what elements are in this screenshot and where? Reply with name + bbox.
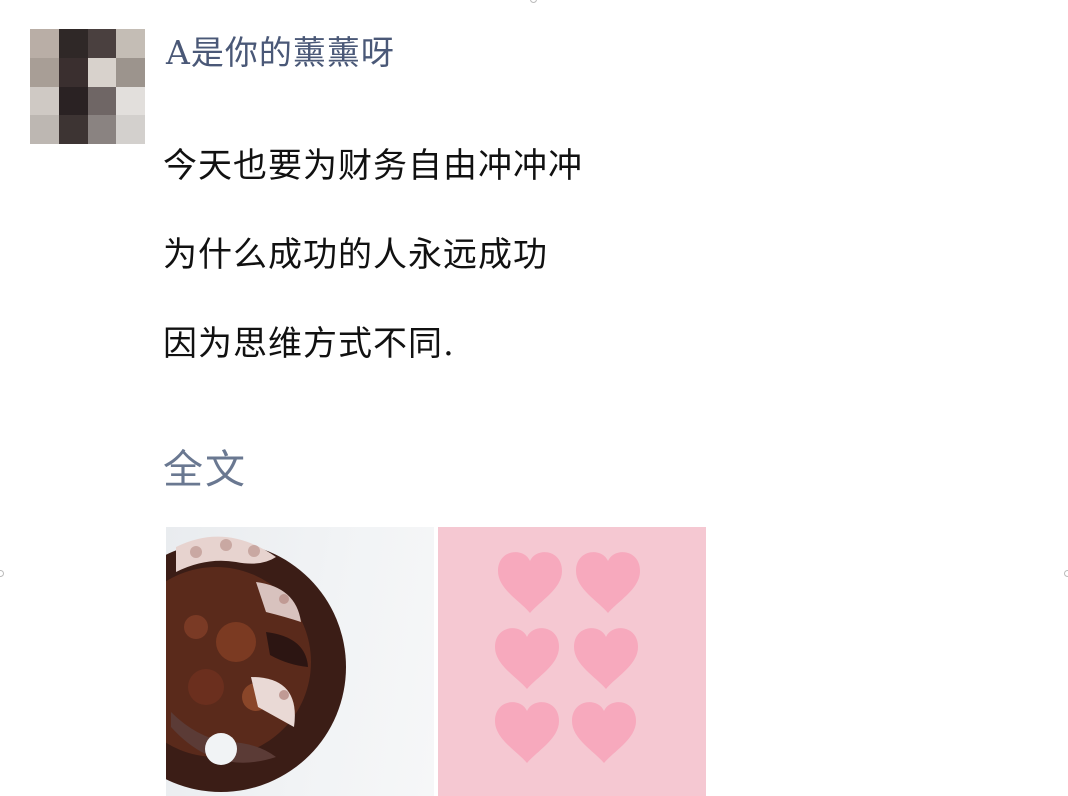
pink-hearts-photo[interactable] — [438, 527, 706, 796]
octopus-illustration — [166, 536, 346, 792]
post-text-line: 因为思维方式不同. — [163, 324, 455, 364]
edge-marker — [0, 570, 4, 577]
hearts-illustration — [495, 552, 640, 763]
author-name[interactable]: A是你的薰薰呀 — [166, 26, 395, 74]
post-text-line: 为什么成功的人永远成功 — [163, 235, 548, 275]
post-text-line: 今天也要为财务自由冲冲冲 — [163, 146, 583, 186]
edge-marker — [1064, 570, 1068, 577]
octopus-dish-photo[interactable] — [166, 527, 434, 796]
full-text-link[interactable]: 全文 — [163, 437, 247, 495]
edge-marker — [530, 0, 537, 3]
avatar[interactable] — [30, 29, 145, 144]
